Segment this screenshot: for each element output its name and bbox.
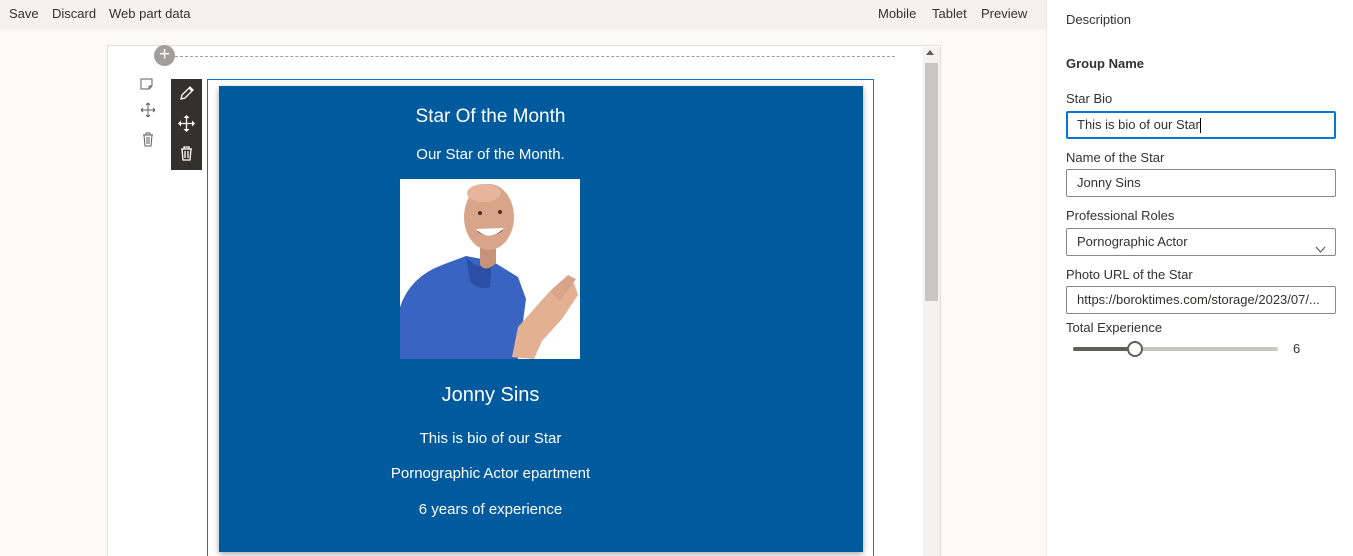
delete-icon[interactable] bbox=[176, 143, 197, 164]
pane-description: Description bbox=[1066, 12, 1132, 27]
photo-url-field[interactable]: https://boroktimes.com/storage/2023/07/.… bbox=[1066, 286, 1336, 314]
star-bio: This is bio of our Star bbox=[419, 430, 562, 447]
scroll-up-arrow-icon[interactable] bbox=[926, 50, 934, 55]
delete-icon[interactable] bbox=[140, 131, 160, 151]
star-bio-field[interactable]: This is bio of our Star bbox=[1066, 111, 1336, 139]
star-of-month-card[interactable]: Star Of the Month Our Star of the Month.… bbox=[219, 86, 863, 552]
mobile-button[interactable]: Mobile bbox=[878, 6, 916, 21]
photo-url-label: Photo URL of the Star bbox=[1066, 267, 1193, 282]
webpart-toolbar bbox=[171, 79, 202, 170]
add-section-line bbox=[175, 56, 895, 57]
experience-value: 6 bbox=[1293, 341, 1301, 356]
roles-label: Professional Roles bbox=[1066, 208, 1175, 223]
edit-section-icon[interactable] bbox=[140, 77, 160, 97]
experience-label: Total Experience bbox=[1066, 320, 1163, 335]
experience-slider-fill bbox=[1073, 347, 1135, 351]
star-bio-value: This is bio of our Star bbox=[1077, 117, 1200, 132]
add-section-plus-icon[interactable]: + bbox=[154, 45, 175, 66]
save-button[interactable]: Save bbox=[9, 6, 39, 21]
star-experience: 6 years of experience bbox=[418, 501, 563, 518]
roles-selected-value: Pornographic Actor bbox=[1077, 234, 1188, 249]
card-subtitle: Our Star of the Month. bbox=[416, 146, 565, 163]
roles-dropdown[interactable]: Pornographic Actor bbox=[1066, 228, 1336, 256]
name-field[interactable]: Jonny Sins bbox=[1066, 169, 1336, 197]
star-bio-label: Star Bio bbox=[1066, 91, 1113, 106]
star-name: Jonny Sins bbox=[441, 384, 540, 406]
group-name-heading: Group Name bbox=[1066, 56, 1145, 71]
chevron-down-icon bbox=[1315, 237, 1326, 253]
experience-slider-thumb[interactable] bbox=[1126, 341, 1143, 357]
star-role: Pornographic Actor epartment bbox=[390, 465, 591, 482]
scroll-thumb[interactable] bbox=[925, 63, 938, 301]
text-caret bbox=[1199, 118, 1201, 134]
card-title: Star Of the Month bbox=[415, 106, 566, 127]
command-bar: Save Discard Web part data Mobile Tablet… bbox=[0, 0, 1046, 30]
pencil-icon[interactable] bbox=[176, 83, 197, 104]
web-part-data-button[interactable]: Web part data bbox=[109, 6, 190, 21]
star-photo bbox=[400, 179, 580, 359]
experience-slider-track[interactable] bbox=[1073, 347, 1278, 351]
discard-button[interactable]: Discard bbox=[52, 6, 96, 21]
name-label: Name of the Star bbox=[1066, 150, 1165, 165]
preview-button[interactable]: Preview bbox=[981, 6, 1027, 21]
tablet-button[interactable]: Tablet bbox=[932, 6, 967, 21]
move-icon[interactable] bbox=[176, 113, 197, 134]
property-pane: Description Group Name Star Bio This is … bbox=[1046, 0, 1353, 556]
move-icon[interactable] bbox=[140, 102, 160, 122]
